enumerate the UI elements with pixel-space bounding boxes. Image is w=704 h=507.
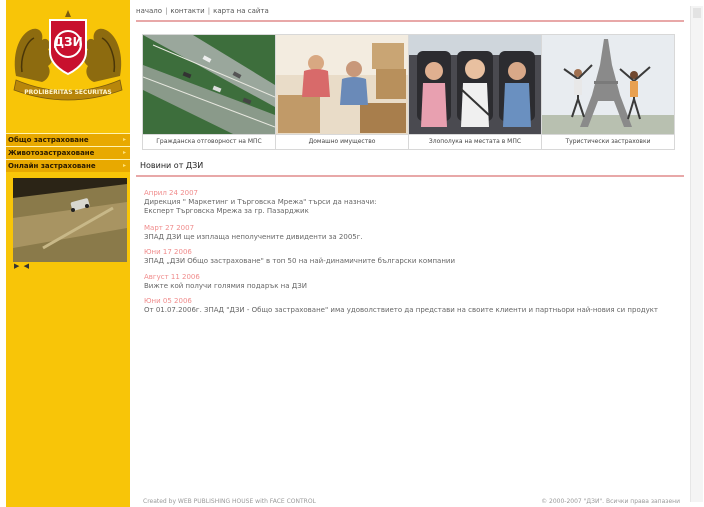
top-navigation: начало | контакти | карта на сайта [136,7,269,15]
tile-home-property[interactable]: Домашно имущество [275,34,409,150]
nav-separator: | [207,7,211,15]
nav-link-sitemap[interactable]: карта на сайта [213,7,269,15]
video-frame-image [13,178,127,262]
tile-caption: Гражданска отговорност на МПС [143,134,275,149]
children-in-car-image [409,35,541,134]
main-content: начало | контакти | карта на сайта Гражданск… [136,0,684,507]
tile-travel-insurance[interactable]: Туристически застраховки [541,34,675,150]
chevron-right-icon: ▸ [122,162,126,169]
sidebar-item-general-insurance[interactable]: Общо застраховане ▸ [6,133,130,146]
tile-caption: Злополука на местата в МПС [409,134,541,149]
sidebar-item-label: Общо застраховане [8,136,89,144]
nav-link-contacts[interactable]: контакти [170,7,204,15]
moving-boxes-image [276,35,408,134]
logo-crest-icon: ДЗИ PROLIBERITAS SECURITAS [13,10,123,101]
news-date[interactable]: Август 11 2006 [144,273,684,282]
video-player[interactable] [13,178,127,262]
video-controls[interactable]: ▶ ◀ [14,262,30,270]
news-date[interactable]: Април 24 2007 [144,189,684,198]
news-date[interactable]: Март 27 2007 [144,224,684,233]
news-text[interactable]: Вижте кой получи голямия подарък на ДЗИ [144,282,684,291]
tile-caption: Туристически застраховки [542,134,674,149]
news-item[interactable]: Март 27 2007 ЗПАД ДЗИ ще изплаща неполуч… [144,224,684,242]
svg-text:PROLIBERITAS SECURITAS: PROLIBERITAS SECURITAS [24,89,112,96]
tile-caption: Домашно имущество [276,134,408,149]
news-item[interactable]: Април 24 2007 Дирекция " Маркетинг и Тър… [144,189,684,216]
news-text[interactable]: ЗПАД ДЗИ ще изплаща неполучените дивиден… [144,233,684,242]
tile-motor-liability[interactable]: Гражданска отговорност на МПС [142,34,276,150]
vertical-scrollbar[interactable] [690,6,703,502]
sidebar-item-label: Онлайн застраховане [8,162,96,170]
logo[interactable]: ДЗИ PROLIBERITAS SECURITAS [8,6,128,106]
news-heading: Новини от ДЗИ [140,161,204,170]
news-divider [136,175,684,177]
nav-link-home[interactable]: начало [136,7,162,15]
sidebar: ДЗИ PROLIBERITAS SECURITAS Общо застрахо… [6,0,130,507]
sidebar-item-life-insurance[interactable]: Животозастраховане ▸ [6,146,130,159]
highway-image [143,35,275,134]
sidebar-item-online-insurance[interactable]: Онлайн застраховане ▸ [6,159,130,172]
chevron-right-icon: ▸ [122,136,126,143]
news-item[interactable]: Юни 17 2006 ЗПАД „ДЗИ Общо застраховане"… [144,248,684,266]
chevron-right-icon: ▸ [122,149,126,156]
news-date[interactable]: Юни 17 2006 [144,248,684,257]
scrollbar-thumb[interactable] [693,8,701,18]
footer-copyright: © 2000-2007 "ДЗИ". Всички права запазени [541,498,680,505]
footer-credits[interactable]: Created by WEB PUBLISHING HOUSE with FAC… [143,498,316,505]
header-divider [136,20,684,22]
news-date[interactable]: Юни 05 2006 [144,297,684,306]
svg-text:ДЗИ: ДЗИ [53,35,82,49]
tile-car-seat-accident[interactable]: Злополука на местата в МПС [408,34,542,150]
eiffel-tower-image [542,35,674,134]
news-text[interactable]: ЗПАД „ДЗИ Общо застраховане" в топ 50 на… [144,257,684,266]
news-item[interactable]: Юни 05 2006 От 01.07.2006г. ЗПАД "ДЗИ - … [144,297,684,315]
sidebar-item-label: Животозастраховане [8,149,95,157]
news-item[interactable]: Август 11 2006 Вижте кой получи голямия … [144,273,684,291]
news-text[interactable]: От 01.07.2006г. ЗПАД "ДЗИ - Общо застрах… [144,306,684,315]
news-text[interactable]: Дирекция " Маркетинг и Търговска Мрежа" … [144,198,404,216]
